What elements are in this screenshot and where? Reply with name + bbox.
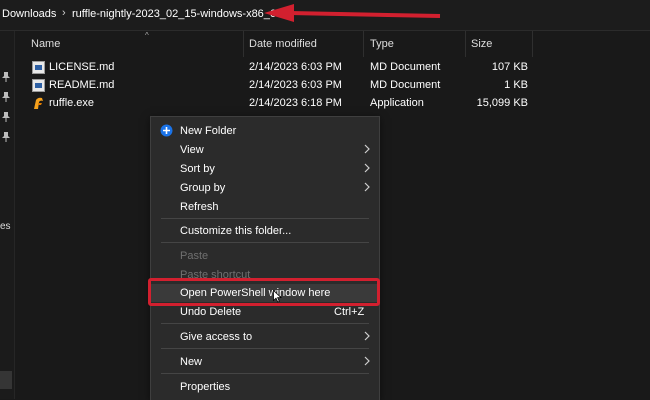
menu-label: Paste [180,250,209,262]
column-name[interactable]: Name [31,38,60,50]
mouse-cursor-icon [273,290,282,303]
menu-item-give-access[interactable]: Give access to [151,328,379,346]
column-size[interactable]: Size [471,38,492,50]
column-divider[interactable] [243,31,244,57]
menu-item-customize-folder[interactable]: Customize this folder... [151,222,379,240]
address-bar[interactable]: Downloads › ruffle-nightly-2023_02_15-wi… [0,0,650,31]
menu-shortcut: Ctrl+Z [334,306,365,318]
menu-item-view[interactable]: View [151,141,379,159]
column-divider[interactable] [465,31,466,57]
menu-item-group-by[interactable]: Group by [151,179,379,197]
navigation-pane[interactable]: es [0,31,15,399]
menu-item-new-folder[interactable]: New Folder [151,122,379,140]
breadcrumb-chevron-icon: › [62,7,66,19]
breadcrumb-downloads[interactable]: Downloads [2,8,56,20]
column-divider[interactable] [532,31,533,57]
column-header-bar: ^ Name Date modified Type Size [15,31,650,57]
breadcrumb-current-folder[interactable]: ruffle-nightly-2023_02_15-windows-x86_64 [72,8,282,20]
file-type: MD Document [370,61,441,73]
menu-label: Undo Delete [180,306,242,318]
pin-icon[interactable] [2,132,10,142]
menu-label: Sort by [180,163,215,175]
chevron-right-icon [364,163,370,173]
chevron-right-icon [364,144,370,154]
ruffle-app-icon [34,97,43,109]
file-type: MD Document [370,79,441,91]
menu-item-sort-by[interactable]: Sort by [151,160,379,178]
pin-icon[interactable] [2,92,10,102]
menu-label: Group by [180,182,226,194]
menu-label: New Folder [180,125,237,137]
chevron-right-icon [364,356,370,366]
file-row[interactable]: ruffle.exe 2/14/2023 6:18 PM Application… [15,95,635,113]
file-size: 15,099 KB [476,97,528,109]
menu-label: Customize this folder... [180,225,292,237]
menu-separator [161,218,369,219]
file-date: 2/14/2023 6:03 PM [249,61,342,73]
menu-separator [161,348,369,349]
file-date: 2/14/2023 6:18 PM [249,97,342,109]
chevron-right-icon [364,331,370,341]
context-menu[interactable]: New Folder View Sort by Group by Refresh… [150,116,380,400]
file-size: 107 KB [491,61,528,73]
new-folder-icon [160,124,173,137]
nav-selected-item[interactable] [0,371,12,389]
menu-separator [161,242,369,243]
file-row[interactable]: README.md 2/14/2023 6:03 PM MD Document … [15,77,635,95]
nav-item-label[interactable]: es [0,221,11,232]
md-document-icon [32,61,45,74]
menu-item-new[interactable]: New [151,353,379,371]
column-divider[interactable] [363,31,364,57]
file-name[interactable]: README.md [49,79,114,91]
pin-icon[interactable] [2,72,10,82]
file-name[interactable]: ruffle.exe [49,97,94,109]
menu-item-properties[interactable]: Properties [151,378,379,396]
menu-label: New [180,356,203,368]
file-size: 1 KB [504,79,528,91]
menu-label: Give access to [180,331,253,343]
annotation-highlight-box [148,278,380,306]
menu-separator [161,373,369,374]
file-date: 2/14/2023 6:03 PM [249,79,342,91]
annotation-arrow-icon [264,4,441,22]
column-type[interactable]: Type [370,38,394,50]
menu-label: View [180,144,204,156]
column-date-modified[interactable]: Date modified [249,38,317,50]
file-row[interactable]: LICENSE.md 2/14/2023 6:03 PM MD Document… [15,59,635,77]
file-type: Application [370,97,424,109]
menu-label: Properties [180,381,231,393]
menu-item-paste: Paste [151,247,379,265]
menu-item-refresh[interactable]: Refresh [151,198,379,216]
chevron-right-icon [364,182,370,192]
file-name[interactable]: LICENSE.md [49,61,114,73]
menu-separator [161,323,369,324]
menu-label: Refresh [180,201,219,213]
md-document-icon [32,79,45,92]
pin-icon[interactable] [2,112,10,122]
sort-caret-icon: ^ [145,31,149,40]
